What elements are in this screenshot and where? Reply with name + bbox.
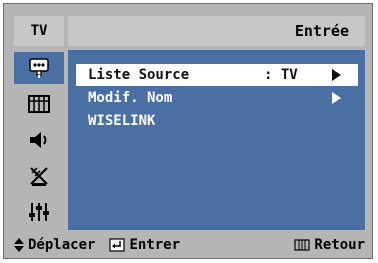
sidebar-item-channel[interactable]: [14, 160, 64, 192]
menu-item-label: Liste Source: [88, 67, 190, 83]
return-menu-icon: [294, 239, 311, 251]
footer-move: Déplacer: [14, 237, 95, 253]
sidebar-item-input[interactable]: [14, 52, 64, 84]
menu-item-value: : TV: [264, 67, 298, 83]
menu-item-label: WISELINK: [88, 113, 156, 129]
picture-grid-icon: [28, 95, 50, 113]
menu-item-source-list[interactable]: Liste Source : TV: [76, 64, 358, 86]
right-arrow-icon: [332, 69, 341, 81]
menu-title: Entrée: [68, 16, 365, 46]
enter-icon: [109, 238, 126, 252]
up-down-arrow-icon: [14, 238, 24, 252]
footer-enter: Entrer: [109, 237, 180, 253]
menu-item-wiselink[interactable]: WISELINK: [76, 110, 358, 132]
sidebar: [14, 50, 64, 230]
settings-sliders-icon: [29, 203, 49, 221]
speaker-icon: [30, 132, 47, 148]
footer-return: Retour: [294, 237, 365, 253]
osd-menu-frame: TV Entrée Liste Source: TV Modif. Nom W…: [3, 3, 373, 259]
menu-item-edit-name[interactable]: Modif. Nom: [76, 87, 358, 109]
sidebar-item-picture[interactable]: [14, 88, 64, 120]
antenna-icon: [30, 167, 48, 186]
menu-item-label: Modif. Nom: [88, 90, 173, 106]
input-source-icon: [29, 58, 49, 78]
menu-panel: Liste Source : TV Modif. Nom WISELINK: [68, 50, 365, 230]
sidebar-item-sound[interactable]: [14, 124, 64, 156]
header-tab-tv: TV: [14, 16, 64, 46]
footer-help: Déplacer Entrer Retour: [14, 234, 365, 256]
sidebar-item-setup[interactable]: [14, 196, 64, 228]
right-arrow-icon: [332, 92, 341, 104]
